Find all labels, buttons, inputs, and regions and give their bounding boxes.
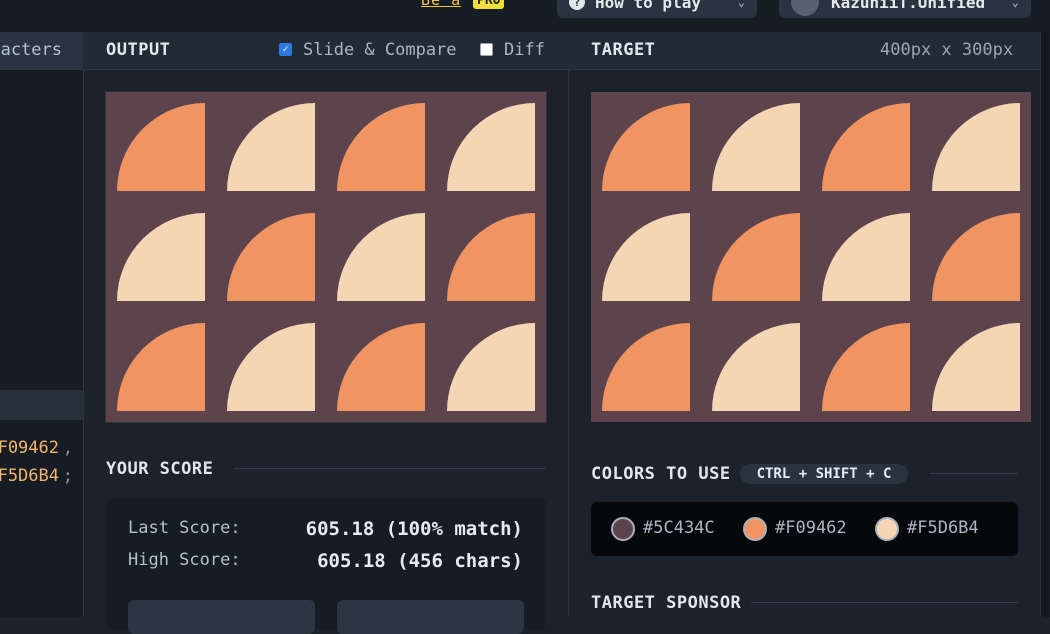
diff-checkbox[interactable] <box>480 43 493 56</box>
avatar <box>791 0 819 16</box>
how-to-play-button[interactable]: ? How to play ⌄ <box>557 0 757 18</box>
divider-line <box>930 473 1018 474</box>
target-sponsor-heading: TARGET SPONSOR <box>591 593 742 613</box>
quarter-circle-shape <box>932 213 1020 301</box>
quarter-circle-shape <box>822 103 910 191</box>
quarter-circle-shape <box>712 213 800 301</box>
quarter-circle-shape <box>337 323 425 411</box>
slide-compare-checkbox[interactable]: ✓ <box>279 43 292 56</box>
quarter-circle-shape <box>117 213 205 301</box>
quarter-circle-shape <box>932 103 1020 191</box>
target-canvas <box>591 92 1031 422</box>
quarter-circle-shape <box>117 323 205 411</box>
quarter-circle-shape <box>337 213 425 301</box>
quarter-circle-shape <box>227 323 315 411</box>
page-scrollbar[interactable] <box>1040 32 1050 617</box>
color-code[interactable]: #5C434C <box>643 518 715 538</box>
code-line: #F5D6B4 <box>0 466 59 486</box>
last-score-label: Last Score: <box>128 518 241 538</box>
copy-colors-shortcut: CTRL + SHIFT + C <box>740 464 908 484</box>
output-title: OUTPUT <box>106 40 171 60</box>
color-swatch[interactable] <box>743 517 767 541</box>
quarter-circle-shape <box>447 323 535 411</box>
your-score-heading: YOUR SCORE <box>106 459 214 479</box>
quarter-circle-shape <box>117 103 205 191</box>
code-punct: , <box>62 438 73 458</box>
quarter-circle-shape <box>822 323 910 411</box>
pro-badge[interactable]: PRO <box>473 0 505 9</box>
quarter-circle-shape <box>602 103 690 191</box>
score-action-button[interactable] <box>337 600 524 634</box>
how-to-play-label: How to play <box>595 0 701 12</box>
score-action-button[interactable] <box>128 600 315 634</box>
editor-tab[interactable]: Characters <box>0 32 83 69</box>
quarter-circle-shape <box>447 103 535 191</box>
target-title: TARGET <box>591 40 656 60</box>
last-score-value: 605.18 (100% match) <box>305 518 523 540</box>
pro-link[interactable]: Be a <box>421 0 461 9</box>
high-score-label: High Score: <box>128 550 241 570</box>
diff-label[interactable]: Diff <box>504 40 545 60</box>
quarter-circle-shape <box>337 103 425 191</box>
output-canvas[interactable] <box>105 91 547 423</box>
question-icon: ? <box>569 0 585 10</box>
divider-line <box>751 602 1018 603</box>
divider-line <box>234 468 546 469</box>
color-code[interactable]: #F5D6B4 <box>907 518 979 538</box>
quarter-circle-shape <box>712 103 800 191</box>
username: KazuhiiT.Unified <box>831 0 986 12</box>
active-line-highlight <box>0 390 83 420</box>
code-editor[interactable]: #F09462 , #F5D6B4 ; <box>0 70 84 617</box>
user-menu-button[interactable]: KazuhiiT.Unified ⌄ <box>779 0 1031 18</box>
quarter-circle-shape <box>227 213 315 301</box>
editor-tab-label: Characters <box>0 40 62 60</box>
high-score-value: 605.18 (456 chars) <box>317 550 523 572</box>
quarter-circle-shape <box>227 103 315 191</box>
quarter-circle-shape <box>602 323 690 411</box>
quarter-circle-shape <box>712 323 800 411</box>
code-line: #F09462 <box>0 438 59 458</box>
quarter-circle-shape <box>447 213 535 301</box>
color-swatch[interactable] <box>611 517 635 541</box>
colors-heading: COLORS TO USE <box>591 464 731 484</box>
chevron-down-icon: ⌄ <box>1011 0 1019 9</box>
panel-divider <box>568 70 569 617</box>
slide-compare-label[interactable]: Slide & Compare <box>303 40 457 60</box>
chevron-down-icon: ⌄ <box>737 0 745 9</box>
quarter-circle-shape <box>822 213 910 301</box>
color-swatch[interactable] <box>875 517 899 541</box>
quarter-circle-shape <box>932 323 1020 411</box>
code-punct: ; <box>62 466 73 486</box>
target-dimensions: 400px x 300px <box>880 40 1014 60</box>
quarter-circle-shape <box>602 213 690 301</box>
color-code[interactable]: #F09462 <box>775 518 847 538</box>
